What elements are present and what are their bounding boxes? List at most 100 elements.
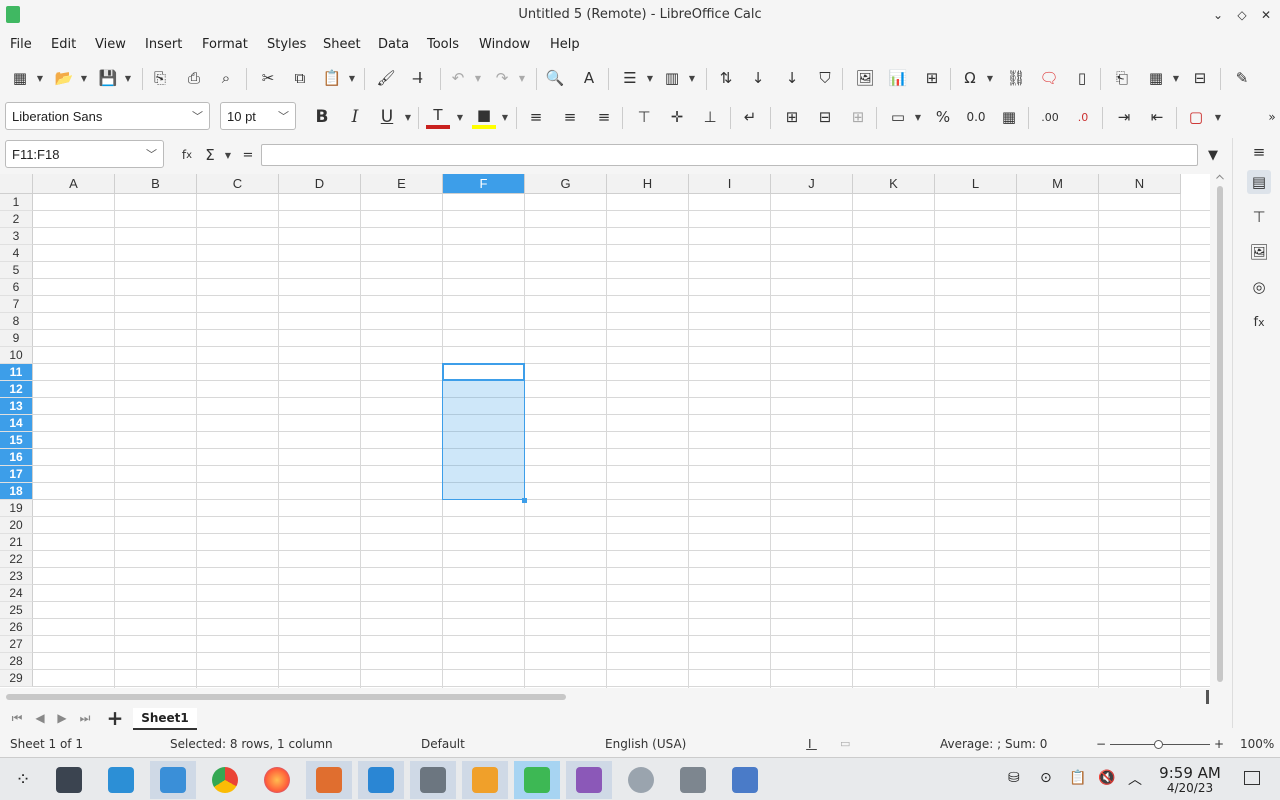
discover-icon[interactable] [98, 761, 144, 799]
column-header-d[interactable]: D [279, 174, 361, 194]
row-header-9[interactable]: 9 [0, 330, 33, 347]
gallery-icon[interactable]: 🖼 [1247, 240, 1271, 264]
row-header-23[interactable]: 23 [0, 568, 33, 585]
cut-icon[interactable]: ✂ [256, 66, 280, 90]
percent-icon[interactable]: % [931, 105, 955, 129]
clear-formatting-icon[interactable]: I̶ [408, 66, 432, 90]
freeze-rows-icon[interactable]: ▦ [1144, 66, 1168, 90]
row-header-24[interactable]: 24 [0, 585, 33, 602]
split-window-icon[interactable]: ⊟ [1188, 66, 1212, 90]
print-preview-icon[interactable]: ⌕ [214, 66, 238, 90]
redo-icon[interactable]: ↷ [490, 66, 514, 90]
row-header-25[interactable]: 25 [0, 602, 33, 619]
network-icon[interactable]: ⛁ [1008, 770, 1020, 786]
office-suite-icon[interactable] [722, 761, 768, 799]
selection-mode-icon[interactable]: I͟ [808, 737, 812, 751]
increase-indent-icon[interactable]: ⇥ [1112, 105, 1136, 129]
column-header-g[interactable]: G [525, 174, 607, 194]
selected-range[interactable] [442, 363, 525, 500]
autofilter-icon[interactable]: ⛉ [813, 66, 837, 90]
clipboard-icon[interactable]: 📋 [1069, 770, 1086, 786]
add-sheet-button[interactable]: + [103, 706, 127, 730]
print-icon[interactable]: ⎙ [182, 66, 206, 90]
printer-icon[interactable] [670, 761, 716, 799]
add-decimal-icon[interactable]: .00 [1038, 105, 1062, 129]
currency-dropdown-icon[interactable]: ▼ [914, 105, 922, 129]
currency-icon[interactable]: ▭ [886, 105, 910, 129]
page-style[interactable]: Default [421, 737, 465, 751]
redo-dropdown-icon[interactable]: ▼ [518, 66, 526, 90]
image-viewer-icon[interactable] [618, 761, 664, 799]
row-header-12[interactable]: 12 [0, 381, 33, 398]
row-header-2[interactable]: 2 [0, 211, 33, 228]
row-header-10[interactable]: 10 [0, 347, 33, 364]
special-character-icon[interactable]: Ω [958, 66, 982, 90]
row-header-21[interactable]: 21 [0, 534, 33, 551]
next-sheet-icon[interactable]: ▶ [50, 706, 74, 730]
tray-expand-icon[interactable]: ︿ [1128, 769, 1142, 789]
zoom-slider-knob[interactable] [1154, 740, 1163, 749]
expand-formula-bar-icon[interactable]: ▼ [1201, 143, 1225, 167]
math-icon[interactable] [566, 761, 612, 799]
menu-tools[interactable]: Tools [427, 37, 459, 52]
file-manager-icon[interactable] [150, 761, 196, 799]
writer-icon[interactable] [358, 761, 404, 799]
draw-icon[interactable] [410, 761, 456, 799]
styles-icon[interactable]: ⊤ [1247, 205, 1271, 229]
menu-sheet[interactable]: Sheet [323, 37, 361, 52]
row-header-13[interactable]: 13 [0, 398, 33, 415]
font-size-combo[interactable]: 10 pt ﹀ [220, 102, 296, 130]
merge-center-icon[interactable]: ⊞ [780, 105, 804, 129]
open-dropdown-icon[interactable]: ▼ [80, 66, 88, 90]
functions-icon[interactable]: fx [1247, 310, 1271, 334]
menu-window[interactable]: Window [479, 37, 530, 52]
define-print-area-icon[interactable]: ⎗ [1110, 66, 1134, 90]
firefox-icon[interactable] [254, 761, 300, 799]
row-header-3[interactable]: 3 [0, 228, 33, 245]
new-icon[interactable]: ▦ [8, 66, 32, 90]
menu-format[interactable]: Format [202, 37, 248, 52]
underline-dropdown-icon[interactable]: ▼ [404, 105, 412, 129]
vertical-scroll-thumb[interactable] [1217, 186, 1223, 682]
last-sheet-icon[interactable]: ⏭ [73, 706, 97, 730]
column-header-c[interactable]: C [197, 174, 279, 194]
menu-insert[interactable]: Insert [145, 37, 182, 52]
horizontal-scroll-thumb[interactable] [6, 694, 566, 700]
background-color-dropdown-icon[interactable]: ▼ [501, 105, 509, 129]
new-dropdown-icon[interactable]: ▼ [36, 66, 44, 90]
copy-icon[interactable]: ⧉ [288, 66, 312, 90]
borders-dropdown-icon[interactable]: ▼ [1214, 105, 1222, 129]
fill-handle[interactable] [522, 498, 527, 503]
row-header-29[interactable]: 29 [0, 670, 33, 687]
row-header-26[interactable]: 26 [0, 619, 33, 636]
save-icon[interactable]: 💾 [96, 66, 120, 90]
save-dropdown-icon[interactable]: ▼ [124, 66, 132, 90]
row-header-15[interactable]: 15 [0, 432, 33, 449]
column-header-j[interactable]: J [771, 174, 853, 194]
decrease-indent-icon[interactable]: ⇤ [1145, 105, 1169, 129]
center-vertically-icon[interactable]: ✛ [665, 105, 689, 129]
unmerge-cells-icon[interactable]: ⊞ [846, 105, 870, 129]
row-header-7[interactable]: 7 [0, 296, 33, 313]
show-desktop-icon[interactable] [1244, 771, 1260, 785]
align-top-icon[interactable]: ⊤ [632, 105, 656, 129]
freeze-dropdown-icon[interactable]: ▼ [1172, 66, 1180, 90]
number-format-icon[interactable]: 0.0 [964, 105, 988, 129]
row-header-28[interactable]: 28 [0, 653, 33, 670]
chevron-down-icon[interactable]: ﹀ [146, 146, 157, 162]
row-icon[interactable]: ☰ [618, 66, 642, 90]
menu-file[interactable]: File [10, 37, 32, 52]
wrap-text-icon[interactable]: ↵ [738, 105, 762, 129]
insert-image-icon[interactable]: 🖼 [853, 66, 877, 90]
system-settings-icon[interactable] [46, 761, 92, 799]
horizontal-scrollbar[interactable] [0, 690, 1210, 704]
row-header-19[interactable]: 19 [0, 500, 33, 517]
close-icon[interactable]: ✕ [1256, 5, 1276, 25]
menu-view[interactable]: View [95, 37, 126, 52]
column-header-l[interactable]: L [935, 174, 1017, 194]
menu-edit[interactable]: Edit [51, 37, 76, 52]
spelling-icon[interactable]: A [577, 66, 601, 90]
maximize-icon[interactable]: ◇ [1232, 5, 1252, 25]
row-header-18[interactable]: 18 [0, 483, 33, 500]
active-cell-cursor[interactable] [442, 363, 525, 381]
